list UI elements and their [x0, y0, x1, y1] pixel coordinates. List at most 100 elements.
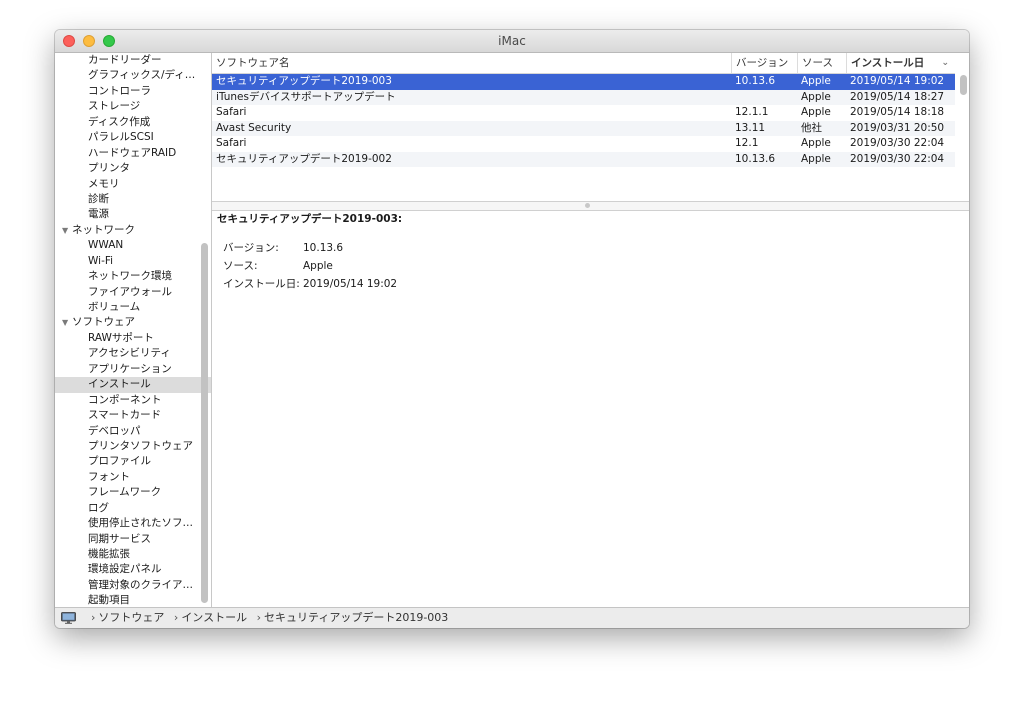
sidebar-group[interactable]: ▼ ソフトウェア — [55, 315, 211, 330]
cell-version: 10.13.6 — [735, 75, 776, 87]
sidebar-item-label: ボリューム — [88, 301, 141, 313]
cell-source: Apple — [801, 137, 831, 149]
table-row[interactable]: セキュリティアップデート2019-003 10.13.6 Apple 2019/05/… — [212, 74, 955, 90]
cell-install-date: 2019/05/14 18:27 — [850, 90, 945, 103]
sidebar-item[interactable]: ストレージ — [55, 99, 211, 114]
sidebar-item[interactable]: 診断 — [55, 192, 211, 207]
sidebar-item-label: デベロッパ — [88, 424, 141, 437]
sidebar-item[interactable]: RAWサポート — [55, 331, 211, 346]
table-row[interactable]: セキュリティアップデート2019-002 10.13.6 Apple 2019/03/… — [212, 151, 955, 167]
sidebar-item-label: インストール — [88, 378, 151, 391]
title-bar[interactable]: iMac — [55, 30, 969, 53]
table-row[interactable]: iTunesデバイスサポートアップデート Apple 2019/05/14 18:2… — [212, 89, 955, 105]
window-title: iMac — [498, 34, 526, 48]
column-header-name[interactable]: ソフトウェア名 — [212, 53, 731, 73]
computer-icon — [61, 612, 76, 624]
cell-install-date: 2019/03/30 22:04 — [850, 137, 945, 149]
table-row[interactable]: Safari 12.1 Apple 2019/03/30 22:04 — [212, 136, 955, 152]
cell-install-date: 2019/03/30 22:04 — [850, 152, 945, 165]
table-scrollbar[interactable] — [960, 75, 967, 95]
detail-key: ソース: — [223, 260, 258, 272]
path-bar: › ソフトウェア › インストール › セキュリティアップデート2019-003 — [55, 607, 969, 628]
sidebar-item[interactable]: 管理対象のクライア… — [55, 578, 211, 593]
sidebar-item[interactable]: コントローラ — [55, 84, 211, 99]
table-row[interactable]: Safari 12.1.1 Apple 2019/05/14 18:18 — [212, 105, 955, 121]
sidebar-item-label: カードリーダー — [88, 54, 162, 66]
sidebar-item[interactable]: 機能拡張 — [55, 547, 211, 562]
column-header-version[interactable]: バージョン — [731, 53, 797, 73]
sidebar-item[interactable]: ネットワーク環境 — [55, 269, 211, 284]
breadcrumb-item-current[interactable]: セキュリティアップデート2019-003 — [264, 611, 448, 624]
cell-install-date: 2019/03/31 20:50 — [850, 121, 945, 134]
column-header-source[interactable]: ソース — [797, 53, 846, 73]
detail-field-install-date: インストール日: 2019/05/14 19:02 — [223, 276, 397, 291]
detail-pane: セキュリティアップデート2019-003: バージョン: 10.13.6 ソース:… — [212, 210, 969, 608]
table-row[interactable]: Avast Security 13.11 他社 2019/03/31 20:50 — [212, 120, 955, 136]
sidebar-item[interactable]: コンポーネント — [55, 393, 211, 408]
breadcrumb: › ソフトウェア › インストール › セキュリティアップデート2019-003 — [85, 608, 448, 628]
sidebar-item[interactable]: スマートカード — [55, 408, 211, 423]
sidebar-item[interactable]: カードリーダー — [55, 53, 211, 68]
sidebar-item[interactable]: 電源 — [55, 207, 211, 222]
sidebar-item[interactable]: プロファイル — [55, 454, 211, 469]
sidebar-item[interactable]: ボリューム — [55, 300, 211, 315]
sidebar-item-label: 電源 — [88, 208, 109, 221]
sidebar-item[interactable]: ハードウェアRAID — [55, 146, 211, 161]
cell-version: 13.11 — [735, 121, 766, 134]
sidebar-list: カードリーダーグラフィックス/ディ… コントローラ ストレージ ディスク作成 パラレルS… — [55, 53, 211, 608]
sidebar-item-label: アプリケーション — [88, 362, 172, 375]
cell-version: 10.13.6 — [735, 152, 776, 165]
chevron-right-icon: › — [173, 611, 179, 624]
sidebar-item[interactable]: フレームワーク — [55, 485, 211, 500]
sidebar-item-label: 診断 — [88, 192, 109, 205]
sidebar-item-label: プロファイル — [88, 455, 151, 468]
sidebar-item-label: アクセシビリティ — [88, 347, 171, 360]
sidebar-item-label: ログ — [88, 501, 109, 514]
main-pane: ソフトウェア名 バージョン ソース インストール日 ⌄ セキュリティアップデート… — [212, 53, 969, 608]
column-header-install-date[interactable]: インストール日 ⌄ — [846, 53, 955, 73]
sidebar-item[interactable]: デベロッパ — [55, 424, 211, 439]
sidebar-item-label: WWAN — [88, 239, 124, 252]
sidebar-item[interactable]: Wi-Fi — [55, 254, 211, 269]
sidebar-item[interactable]: 同期サービス — [55, 532, 211, 547]
sidebar-item[interactable]: プリンタソフトウェア — [55, 439, 211, 454]
sidebar-item[interactable]: ファイアウォール — [55, 285, 211, 300]
table-header: ソフトウェア名 バージョン ソース インストール日 ⌄ — [212, 53, 955, 74]
column-header-install-date-label: インストール日 — [851, 57, 925, 69]
sidebar-item[interactable]: WWAN — [55, 238, 211, 253]
breadcrumb-item-software[interactable]: ソフトウェア — [98, 611, 164, 624]
sidebar-item[interactable]: 環境設定パネル — [55, 562, 211, 577]
sidebar-item[interactable]: 起動項目 — [55, 593, 211, 608]
sidebar-scrollbar[interactable] — [201, 243, 208, 603]
disclosure-triangle-icon[interactable]: ▼ — [62, 315, 72, 330]
sidebar-group[interactable]: ▼ ネットワーク — [55, 223, 211, 238]
sidebar-item[interactable]: パラレルSCSI — [55, 130, 211, 145]
sidebar-item[interactable]: グラフィックス/ディ… — [55, 68, 211, 83]
cell-version: 12.1 — [735, 137, 759, 149]
sidebar-item[interactable]: プリンタ — [55, 161, 211, 176]
sidebar-item-label: 機能拡張 — [88, 548, 130, 560]
sidebar-item[interactable]: アプリケーション — [55, 362, 211, 377]
cell-source: Apple — [801, 152, 831, 165]
sidebar-item[interactable]: アクセシビリティ — [55, 346, 211, 361]
sidebar-item-label: グラフィックス/ディ… — [88, 69, 196, 82]
disclosure-triangle-icon[interactable]: ▼ — [62, 223, 72, 238]
sidebar-item-label: コンポーネント — [88, 393, 162, 406]
cell-name: セキュリティアップデート2019-002 — [216, 152, 392, 165]
sidebar-item[interactable]: ログ — [55, 501, 211, 516]
cell-install-date: 2019/05/14 19:02 — [850, 75, 945, 87]
breadcrumb-item-install[interactable]: インストール — [181, 611, 247, 624]
divider-handle-icon — [585, 203, 590, 208]
sidebar-item[interactable]: インストール — [55, 377, 211, 393]
sidebar-item-label: 環境設定パネル — [88, 563, 162, 576]
cell-name: iTunesデバイスサポートアップデート — [216, 90, 396, 103]
sidebar-item[interactable]: 使用停止されたソフ… — [55, 516, 211, 531]
sort-chevron-down-icon: ⌄ — [941, 58, 949, 68]
detail-value: 2019/05/14 19:02 — [303, 278, 398, 290]
cell-name: Safari — [216, 137, 247, 149]
sidebar-item-label: パラレルSCSI — [88, 131, 154, 144]
sidebar-item[interactable]: フォント — [55, 470, 211, 485]
sidebar-item[interactable]: ディスク作成 — [55, 115, 211, 130]
sidebar: カードリーダーグラフィックス/ディ… コントローラ ストレージ ディスク作成 パラレルS… — [55, 53, 212, 608]
sidebar-item[interactable]: メモリ — [55, 177, 211, 192]
